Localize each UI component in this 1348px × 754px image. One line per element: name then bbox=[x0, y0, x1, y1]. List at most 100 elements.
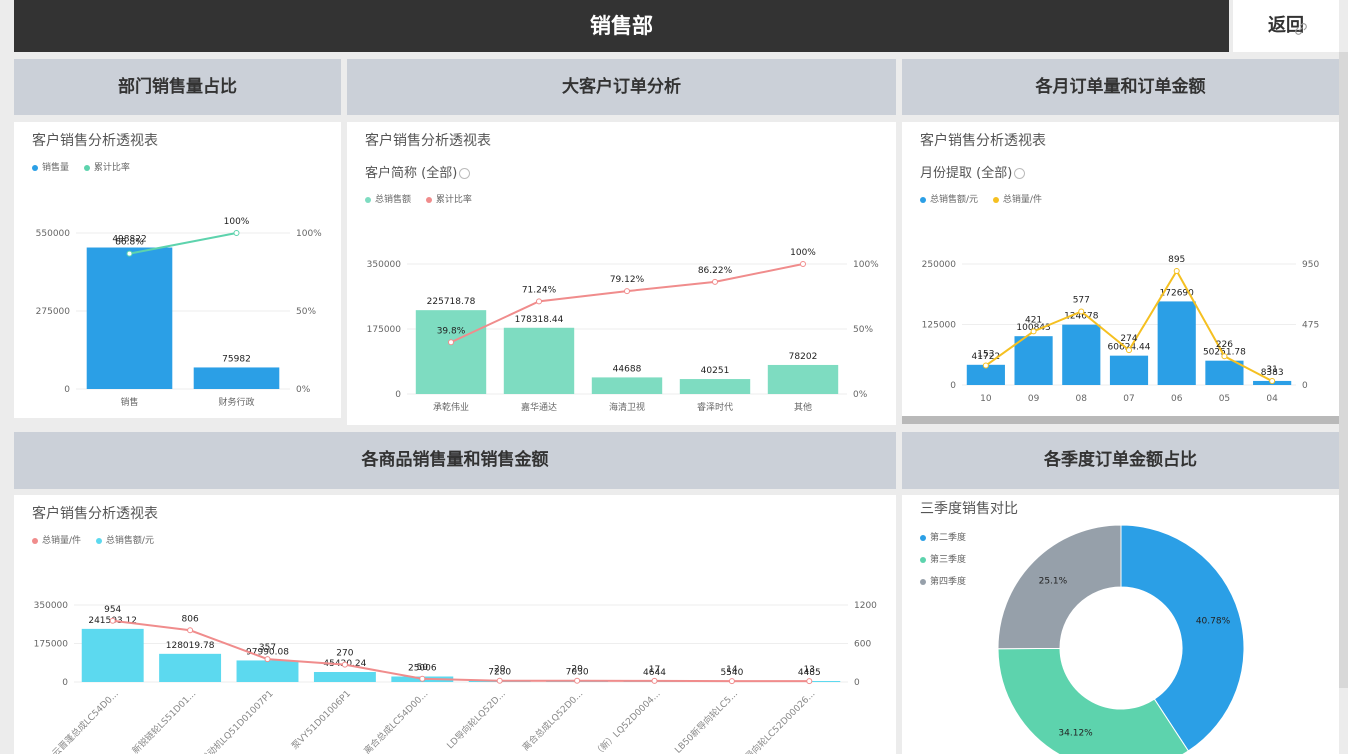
line-point bbox=[1078, 308, 1085, 315]
y2-tick-label: 950 bbox=[1302, 260, 1319, 270]
line-point bbox=[806, 678, 813, 685]
line-data-label: 71.24% bbox=[522, 285, 557, 295]
panel-body-products: 客户销售分析透视表 总销量/件 总销售额/元 0 175000 350000 0 600… bbox=[14, 495, 896, 754]
line-point bbox=[982, 362, 989, 369]
line-data-label: 79.12% bbox=[610, 275, 645, 285]
panel-scroll-strip bbox=[902, 416, 1339, 424]
back-button[interactable]: 返回 bbox=[1233, 0, 1339, 52]
line-point bbox=[574, 677, 581, 684]
bar bbox=[313, 672, 376, 682]
line-data-label: 270 bbox=[336, 649, 353, 659]
x-tick-label: 离合总成LQ52D0... bbox=[520, 688, 586, 754]
y2-tick-label: 0% bbox=[853, 390, 868, 400]
y-tick-label: 250000 bbox=[922, 260, 957, 270]
chart-monthly: 0125000250000047595041722101008430912467… bbox=[922, 255, 1320, 404]
line-data-label: 17 bbox=[649, 665, 660, 675]
line-point bbox=[496, 677, 503, 684]
page-scrollbar[interactable] bbox=[1339, 52, 1348, 688]
line-point bbox=[536, 298, 542, 305]
bar bbox=[236, 660, 299, 682]
x-tick-label: 发动机LQ51D01007P1 bbox=[198, 688, 275, 754]
panel-body-customer: 客户销售分析透视表 客户简称 (全部) 总销售额 累计比率 0 175000 350… bbox=[347, 122, 896, 425]
line-point bbox=[419, 675, 426, 682]
line-data-label: 13 bbox=[804, 665, 815, 675]
line-point bbox=[624, 288, 630, 295]
chart-dept: 02750005500000%50%100%498822销售75982财务行政8… bbox=[36, 217, 323, 408]
y2-tick-label: 100% bbox=[853, 260, 879, 270]
line-point bbox=[800, 261, 806, 267]
bar bbox=[1157, 301, 1196, 385]
line-point bbox=[187, 627, 194, 634]
line-data-label: 421 bbox=[1025, 315, 1042, 325]
x-tick-label: 新锐链轮LS51D01... bbox=[130, 688, 199, 754]
line-data-label: 153 bbox=[977, 350, 994, 360]
panel-body-monthly: 客户销售分析透视表 月份提取 (全部) 总销售额/元 总销量/件 0 125000… bbox=[902, 122, 1339, 416]
x-tick-label: 离合总成LC54D00... bbox=[361, 688, 430, 754]
x-tick-label: 10 bbox=[980, 394, 992, 404]
x-tick-label: LD导向轮LQ52D... bbox=[444, 688, 508, 752]
panel-header-products: 各商品销售量和销售金额 bbox=[14, 432, 896, 489]
line-point bbox=[1221, 353, 1228, 360]
panel-body-quarters: 三季度销售对比 第二季度 第三季度 第四季度 40.78% 34.12% 25.1% bbox=[902, 495, 1339, 754]
y2-tick-label: 50% bbox=[853, 325, 873, 335]
line-point bbox=[341, 661, 348, 668]
bar bbox=[767, 364, 839, 394]
y-tick-label: 550000 bbox=[36, 229, 71, 239]
x-tick-label: 05 bbox=[1219, 394, 1230, 404]
line-data-label: 895 bbox=[1168, 255, 1185, 265]
line-data-label: 86.8% bbox=[115, 238, 144, 248]
panel-header-dept: 部门销售量占比 bbox=[14, 59, 341, 115]
x-tick-label: LB50新导向轮LC5... bbox=[672, 688, 740, 754]
bar bbox=[1014, 336, 1053, 385]
chart-customer: 0 175000 350000 0% 50% 100% 225718.78 承乾伟业 17831… bbox=[367, 248, 880, 413]
panel-header-quarters: 各季度订单金额占比 bbox=[902, 432, 1339, 489]
bar bbox=[193, 367, 280, 389]
bar-data-label: 75982 bbox=[222, 354, 251, 364]
y2-tick-label: 0% bbox=[296, 385, 311, 395]
x-tick-label: 08 bbox=[1076, 394, 1088, 404]
y-tick-label: 125000 bbox=[922, 321, 957, 331]
y-tick-label: 350000 bbox=[34, 601, 69, 611]
bar bbox=[1109, 355, 1149, 385]
chart-quarters: 40.78% 34.12% 25.1% bbox=[997, 524, 1245, 754]
line-data-label: 274 bbox=[1120, 334, 1137, 344]
y-tick-label: 0 bbox=[395, 390, 401, 400]
x-tick-label: 海清卫视 bbox=[609, 401, 645, 413]
y2-tick-label: 475 bbox=[1302, 321, 1319, 331]
pie-slice bbox=[997, 524, 1122, 650]
line-point bbox=[233, 230, 240, 236]
y-tick-label: 275000 bbox=[36, 307, 71, 317]
y-tick-label: 0 bbox=[950, 381, 956, 391]
y2-tick-label: 1200 bbox=[854, 601, 877, 611]
line-data-label: 14 bbox=[726, 665, 738, 675]
pie-data-label: 34.12% bbox=[1058, 729, 1093, 739]
y-tick-label: 0 bbox=[64, 385, 70, 395]
pie-data-label: 25.1% bbox=[1039, 576, 1068, 586]
line-data-label: 86.22% bbox=[698, 266, 733, 276]
x-tick-label: 云晋蓬总成LC54D0... bbox=[49, 688, 120, 754]
y-tick-label: 175000 bbox=[34, 640, 69, 650]
bar-data-label: 128019.78 bbox=[166, 641, 215, 651]
line-data-label: 20 bbox=[494, 665, 506, 675]
line-data-label: 577 bbox=[1073, 296, 1090, 306]
bar-data-label: 78202 bbox=[789, 352, 818, 362]
line-data-label: 50 bbox=[417, 663, 429, 673]
x-tick-label: 离合（新）LQ52D0004... bbox=[578, 688, 662, 754]
line-data-label: 31 bbox=[1266, 365, 1277, 375]
y2-tick-label: 50% bbox=[296, 307, 316, 317]
bar bbox=[81, 628, 144, 682]
bar-data-label: 178318.44 bbox=[515, 315, 564, 325]
x-tick-label: 导向轮LC52D00026... bbox=[743, 688, 818, 754]
line-data-label: 954 bbox=[104, 605, 121, 615]
panel-header-monthly: 各月订单量和订单金额 bbox=[902, 59, 1339, 115]
line-point bbox=[1030, 328, 1037, 335]
x-tick-label: 06 bbox=[1171, 394, 1183, 404]
y-tick-label: 0 bbox=[62, 678, 68, 688]
x-tick-label: 04 bbox=[1266, 394, 1278, 404]
line-data-label: 357 bbox=[259, 643, 276, 653]
y-tick-label: 175000 bbox=[367, 325, 402, 335]
line-point bbox=[712, 278, 718, 285]
bar bbox=[679, 379, 751, 394]
bar bbox=[591, 377, 663, 394]
y2-tick-label: 600 bbox=[854, 640, 871, 650]
